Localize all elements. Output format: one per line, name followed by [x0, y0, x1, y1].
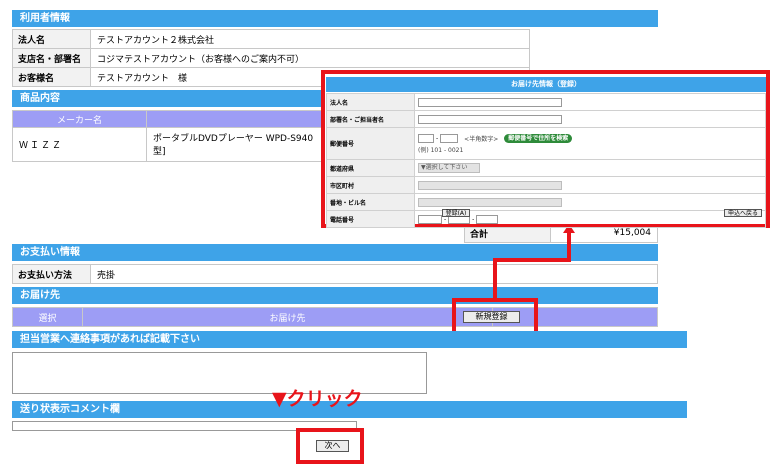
contact-textarea[interactable]	[12, 352, 427, 394]
delivery-table: 選択 お届け先	[12, 307, 658, 327]
contact-header: 担当営業へ連絡事項があれば記載下さい	[12, 331, 687, 348]
next-button[interactable]: 次へ	[316, 440, 349, 452]
click-annotation: ▼クリック	[272, 388, 363, 410]
popup-pref-select[interactable]: ▼選択して下さい	[418, 163, 480, 173]
payment-method-label: お支払い方法	[12, 264, 91, 284]
popup-title: お届け先情報（登録）	[326, 77, 766, 92]
popup-pref-label: 都道府県	[326, 159, 415, 177]
connector-vertical-left	[493, 260, 497, 298]
popup-corp-input[interactable]	[418, 97, 562, 107]
popup-zip-second-input[interactable]	[440, 133, 459, 143]
popup-dept-input[interactable]	[418, 114, 562, 124]
table-row: 法人名 テストアカウント２株式会社	[12, 29, 530, 49]
popup-form-table: 法人名 部署名・ご担当者名 郵便番号 - <半角数字> 郵便番号で住所を検索 (…	[326, 93, 766, 228]
popup-city-label: 市区町村	[326, 176, 415, 194]
new-register-button[interactable]: 新規登録	[463, 311, 520, 323]
maker-cell: ＷＩＺＺ	[12, 127, 147, 162]
popup-tel-first-input[interactable]	[418, 214, 442, 224]
destination-column-header: お届け先	[82, 307, 493, 327]
popup-city-input[interactable]	[418, 180, 562, 190]
corp-value: テストアカウント２株式会社	[90, 29, 530, 49]
dept-value: コジマテストアカウント（お客様へのご案内不可）	[90, 48, 530, 68]
popup-zip-first-input[interactable]	[418, 133, 434, 143]
popup-window: お届け先情報（登録） 法人名 部署名・ご担当者名 郵便番号 - <半角数字> 郵…	[326, 77, 766, 228]
popup-zip-example: (例) 101 - 0021	[418, 146, 464, 154]
maker-column-header: メーカー名	[12, 110, 147, 128]
popup-zip-hint: <半角数字>	[464, 135, 499, 143]
select-column-header: 選択	[12, 307, 83, 327]
popup-dept-label: 部署名・ご担当者名	[326, 110, 415, 128]
popup-addr-label: 番地・ビル名	[326, 193, 415, 211]
zip-search-button[interactable]: 郵便番号で住所を検索	[504, 133, 573, 143]
table-row: 支店名・部署名 コジマテストアカウント（お客様へのご案内不可）	[12, 48, 530, 68]
popup-register-button[interactable]: 登録(A)	[442, 209, 470, 217]
popup-addr-input[interactable]	[418, 197, 562, 207]
payment-table: お支払い方法 売掛	[12, 264, 658, 284]
popup-tel-third-input[interactable]	[476, 214, 499, 224]
delivery-header: お届け先	[12, 287, 658, 304]
corp-label: 法人名	[12, 29, 91, 49]
connector-horizontal	[493, 258, 571, 262]
connector-vertical-right	[567, 232, 571, 262]
popup-tel-label: 電話番号	[326, 210, 415, 228]
customer-label: お客様名	[12, 67, 91, 87]
dept-label: 支店名・部署名	[12, 48, 91, 68]
popup-zip-label: 郵便番号	[326, 127, 415, 160]
popup-back-button[interactable]: 申込へ戻る	[724, 209, 762, 217]
payment-method-value: 売掛	[90, 264, 658, 284]
popup-corp-label: 法人名	[326, 93, 415, 111]
user-info-header: 利用者情報	[12, 10, 658, 27]
